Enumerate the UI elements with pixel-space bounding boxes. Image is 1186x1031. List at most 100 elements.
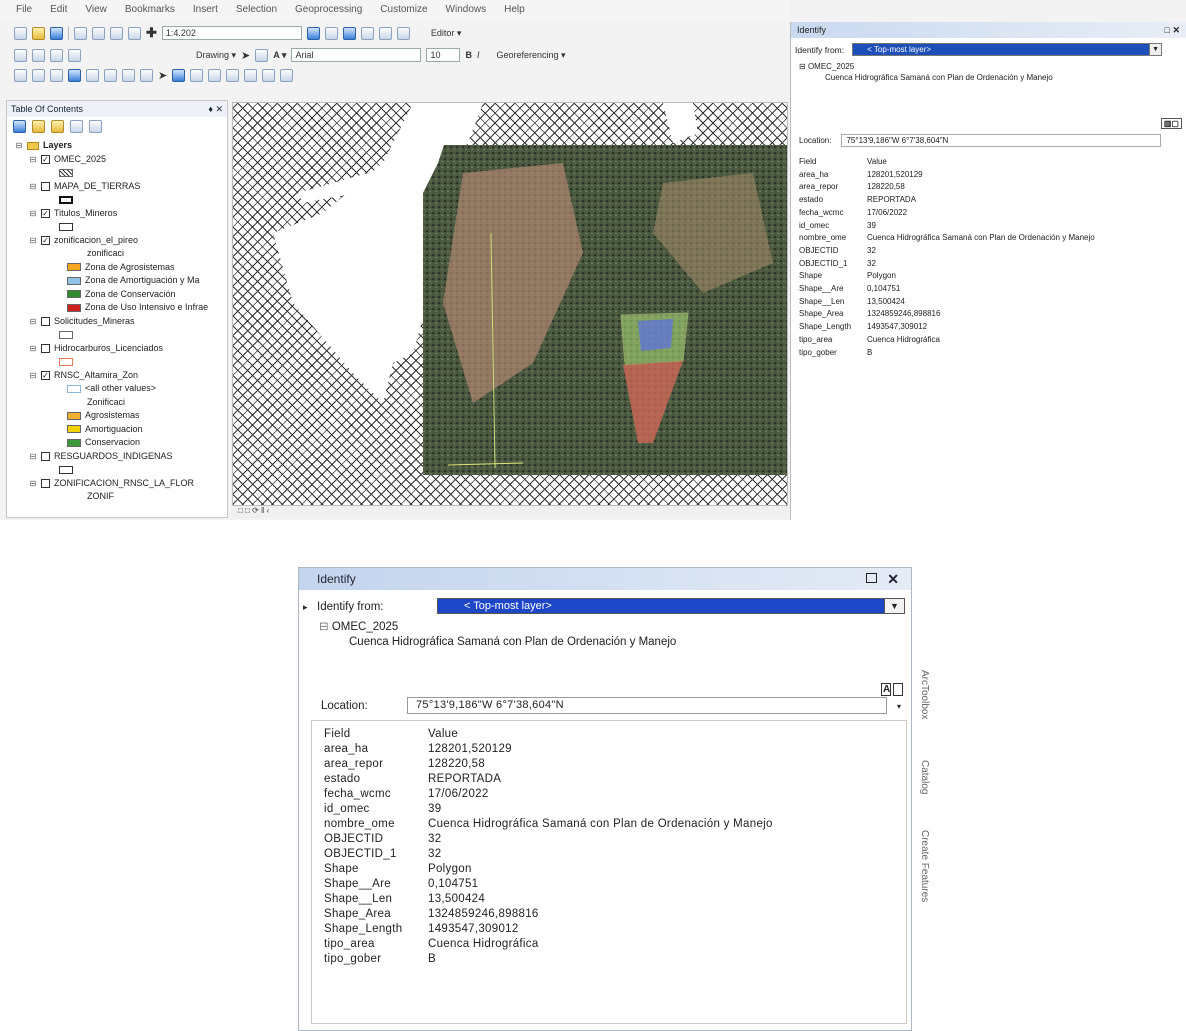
collapse-icon[interactable]: ⊟ bbox=[319, 621, 332, 633]
polygon-symbol-icon[interactable] bbox=[59, 330, 73, 339]
select-features-icon[interactable] bbox=[140, 68, 153, 82]
collapse-icon[interactable]: ⊟ bbox=[29, 369, 37, 383]
layer-label-mapa[interactable]: MAPA_DE_TIERRAS bbox=[54, 180, 140, 194]
map-status-bar[interactable]: □ □ ⟳ ‖ ‹ bbox=[232, 506, 788, 518]
dropdown-arrow-icon[interactable]: ▼ bbox=[1149, 44, 1162, 55]
attribute-field-value[interactable]: REPORTADA bbox=[867, 194, 1095, 207]
forward-icon[interactable] bbox=[122, 68, 135, 82]
attribute-field-name[interactable]: Shape__Are bbox=[799, 283, 865, 296]
search-window-icon[interactable] bbox=[360, 26, 374, 40]
hatched-symbol-icon[interactable] bbox=[59, 168, 73, 177]
attribute-field-value[interactable]: REPORTADA bbox=[428, 772, 906, 787]
cut-icon[interactable] bbox=[74, 26, 87, 40]
attribute-field-value[interactable]: 0,104751 bbox=[867, 283, 1095, 296]
undo-icon[interactable] bbox=[110, 26, 123, 40]
collapse-icon[interactable]: ⊟ bbox=[29, 315, 37, 329]
attribute-field-name[interactable]: Shape_Area bbox=[799, 308, 865, 321]
tree-feature-small[interactable]: Cuenca Hidrográfica Samaná con Plan de O… bbox=[799, 72, 1178, 83]
attribute-field-name[interactable]: area_repor bbox=[799, 181, 865, 194]
attribute-field-name[interactable]: Shape__Len bbox=[799, 296, 865, 309]
attribute-field-name[interactable]: nombre_ome bbox=[799, 232, 865, 245]
expand-icon[interactable]: ⊟ bbox=[799, 62, 808, 71]
attribute-field-name[interactable]: Shape_Area bbox=[324, 907, 426, 922]
drawing-menu[interactable]: Drawing ▾ bbox=[196, 50, 236, 61]
italic-button[interactable]: I bbox=[477, 50, 480, 60]
legend-swatch[interactable] bbox=[67, 263, 81, 272]
attribute-field-value[interactable]: B bbox=[428, 952, 906, 967]
python-window-icon[interactable] bbox=[396, 26, 410, 40]
attribute-field-value[interactable]: 17/06/2022 bbox=[867, 207, 1095, 220]
text-icon[interactable]: A ▾ bbox=[273, 50, 286, 61]
attribute-field-value[interactable]: Cuenca Hidrográfica Samaná con Plan de O… bbox=[867, 232, 1095, 245]
collapse-icon[interactable]: ⊟ bbox=[15, 139, 23, 153]
attribute-field-value[interactable]: 17/06/2022 bbox=[428, 787, 906, 802]
identify-from-dropdown-small[interactable]: < Top-most layer> ▼ bbox=[852, 43, 1163, 56]
font-size-combo[interactable]: 10 bbox=[426, 48, 461, 62]
pin-arrow-icon[interactable]: ▸ bbox=[303, 602, 308, 613]
legend-swatch[interactable] bbox=[67, 411, 81, 420]
layer-label-altamira[interactable]: RNSC_Altamira_Zon bbox=[54, 369, 138, 383]
collapse-icon[interactable]: ⊟ bbox=[29, 207, 37, 221]
legend-swatch[interactable] bbox=[67, 303, 81, 312]
attribute-field-name[interactable]: Shape_Length bbox=[799, 321, 865, 334]
attribute-field-value[interactable]: 128220,58 bbox=[867, 181, 1095, 194]
scale-combo[interactable]: 1:4.202 bbox=[161, 26, 302, 40]
rotate-icon[interactable] bbox=[68, 48, 81, 62]
collapse-icon[interactable]: ⊟ bbox=[29, 180, 37, 194]
close-icon[interactable]: ✕ bbox=[887, 571, 899, 588]
list-by-selection-icon[interactable] bbox=[70, 120, 83, 133]
layer-checkbox-mapa[interactable] bbox=[41, 181, 50, 191]
zoom-in-fixed-icon[interactable] bbox=[14, 48, 27, 62]
attribute-field-value[interactable]: 1493547,309012 bbox=[428, 922, 906, 937]
menu-edit[interactable]: Edit bbox=[50, 4, 67, 16]
collapse-icon[interactable]: ⊟ bbox=[29, 153, 37, 167]
identify-icon[interactable] bbox=[172, 68, 186, 82]
menu-selection[interactable]: Selection bbox=[236, 4, 277, 16]
add-data-icon[interactable]: ✚ bbox=[146, 25, 157, 41]
attribute-field-value[interactable]: 32 bbox=[867, 245, 1095, 258]
menu-customize[interactable]: Customize bbox=[380, 4, 427, 16]
layer-label-solicitudes[interactable]: Solicitudes_Mineras bbox=[54, 315, 135, 329]
zoom-out-icon[interactable] bbox=[32, 68, 45, 82]
layer-label-titulos[interactable]: Titulos_Mineros bbox=[54, 207, 117, 221]
side-tab-arctoolbox[interactable]: ArcToolbox bbox=[912, 670, 930, 750]
legend-swatch[interactable] bbox=[67, 276, 81, 285]
layer-checkbox-solicitudes[interactable] bbox=[41, 316, 50, 326]
georeferencing-menu[interactable]: Georeferencing ▾ bbox=[496, 50, 565, 61]
list-by-drawing-order-icon[interactable] bbox=[13, 120, 26, 133]
layer-checkbox-resguardos[interactable] bbox=[41, 451, 50, 461]
view-toggle-icon[interactable]: A bbox=[880, 683, 903, 696]
layer-label-laflor[interactable]: ZONIFICACION_RNSC_LA_FLOR bbox=[54, 477, 194, 491]
outline-symbol-icon[interactable] bbox=[59, 195, 73, 204]
zone-polygon-blue[interactable] bbox=[638, 319, 673, 351]
attribute-field-name[interactable]: fecha_wcmc bbox=[324, 787, 426, 802]
menu-windows[interactable]: Windows bbox=[446, 4, 487, 16]
layer-checkbox-hidrocarburos[interactable] bbox=[41, 343, 50, 353]
attribute-field-name[interactable]: OBJECTID bbox=[324, 832, 426, 847]
font-name-combo[interactable]: Arial bbox=[291, 48, 422, 62]
attribute-field-name[interactable]: id_omec bbox=[324, 802, 426, 817]
hyperlink-icon[interactable] bbox=[244, 68, 258, 82]
fixed-zoom-icon[interactable] bbox=[86, 68, 99, 82]
html-popup-icon[interactable] bbox=[262, 68, 276, 82]
layer-label-hidrocarburos[interactable]: Hidrocarburos_Licenciados bbox=[54, 342, 163, 356]
attribute-field-value[interactable]: B bbox=[867, 347, 1095, 360]
view-toggle-icon[interactable]: ▥▢ bbox=[1160, 118, 1182, 129]
map-view[interactable] bbox=[232, 102, 788, 506]
layer-label-resguardos[interactable]: RESGUARDOS_INDIGENAS bbox=[54, 450, 173, 464]
layer-checkbox-pireo[interactable]: ✓ bbox=[41, 235, 50, 245]
attribute-field-value[interactable]: Polygon bbox=[867, 270, 1095, 283]
legend-swatch[interactable] bbox=[67, 384, 81, 393]
tree-feature[interactable]: Cuenca Hidrográfica Samaná con Plan de O… bbox=[319, 635, 676, 650]
attribute-field-name[interactable]: area_ha bbox=[799, 169, 865, 182]
measure-icon[interactable] bbox=[208, 68, 222, 82]
attribute-field-value[interactable]: 13,500424 bbox=[867, 296, 1095, 309]
attribute-field-name[interactable]: tipo_area bbox=[324, 937, 426, 952]
toc-pin-close[interactable]: ♦ ✕ bbox=[208, 101, 223, 117]
dropdown-arrow-icon[interactable]: ▼ bbox=[884, 599, 904, 613]
attribute-field-name[interactable]: Shape__Are bbox=[324, 877, 426, 892]
attribute-field-name[interactable]: Shape bbox=[324, 862, 426, 877]
attribute-field-name[interactable]: area_repor bbox=[324, 757, 426, 772]
attribute-field-name[interactable]: OBJECTID_1 bbox=[324, 847, 426, 862]
attribute-field-value[interactable]: Cuenca Hidrográfica Samaná con Plan de O… bbox=[428, 817, 906, 832]
